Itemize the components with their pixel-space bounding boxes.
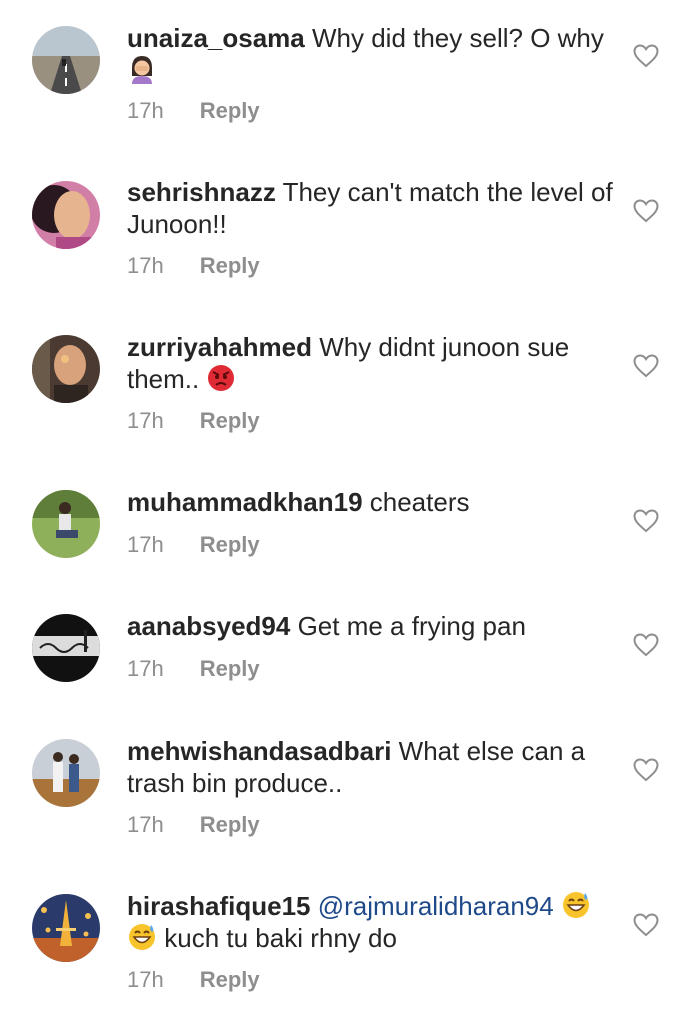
user-avatar[interactable] <box>32 26 100 94</box>
user-avatar[interactable] <box>32 335 100 403</box>
comment-time: 17h <box>127 812 164 837</box>
username[interactable]: aanabsyed94 <box>127 611 290 641</box>
comment-time: 17h <box>127 656 164 681</box>
comment-body: Get me a frying pan <box>297 611 526 641</box>
username[interactable]: mehwishandasadbari <box>127 736 391 766</box>
comment-text: aanabsyed94 Get me a frying pan <box>127 610 617 642</box>
reply-button[interactable]: Reply <box>200 98 260 123</box>
user-avatar[interactable] <box>32 181 100 249</box>
reply-button[interactable]: Reply <box>200 532 260 557</box>
comment-meta: 17h Reply <box>127 98 260 124</box>
comment-text: mehwishandasadbari What else can a trash… <box>127 735 617 799</box>
grinning-sweat-emoji <box>127 922 157 952</box>
username[interactable]: sehrishnazz <box>127 177 276 207</box>
comment-text: unaiza_osama Why did they sell? O why <box>127 22 617 86</box>
angry-face-emoji <box>206 363 236 393</box>
comment-meta: 17h Reply <box>127 656 260 682</box>
heart-outline-icon[interactable] <box>633 758 659 782</box>
comment-body: kuch tu baki rhny do <box>164 923 397 953</box>
comment-body: Why did they sell? O why <box>311 23 604 53</box>
reply-button[interactable]: Reply <box>200 408 260 433</box>
heart-outline-icon[interactable] <box>633 199 659 223</box>
comment-meta: 17h Reply <box>127 253 260 279</box>
comment-meta: 17h Reply <box>127 408 260 434</box>
comment-meta: 17h Reply <box>127 812 260 838</box>
comment-text: zurriyahahmed Why didnt junoon sue them.… <box>127 331 617 395</box>
woman-facepalming-emoji <box>127 54 157 84</box>
user-avatar[interactable] <box>32 739 100 807</box>
reply-button[interactable]: Reply <box>200 253 260 278</box>
heart-outline-icon[interactable] <box>633 913 659 937</box>
user-avatar[interactable] <box>32 614 100 682</box>
comment-meta: 17h Reply <box>127 532 260 558</box>
username[interactable]: zurriyahahmed <box>127 332 312 362</box>
comment-time: 17h <box>127 408 164 433</box>
comment-time: 17h <box>127 532 164 557</box>
comment-time: 17h <box>127 253 164 278</box>
reply-button[interactable]: Reply <box>200 656 260 681</box>
comment-time: 17h <box>127 98 164 123</box>
heart-outline-icon[interactable] <box>633 633 659 657</box>
heart-outline-icon[interactable] <box>633 509 659 533</box>
reply-button[interactable]: Reply <box>200 812 260 837</box>
comment-body: cheaters <box>369 487 470 517</box>
user-avatar[interactable] <box>32 894 100 962</box>
comment-text: sehrishnazz They can't match the level o… <box>127 176 617 240</box>
user-avatar[interactable] <box>32 490 100 558</box>
reply-button[interactable]: Reply <box>200 967 260 992</box>
comment-text: muhammadkhan19 cheaters <box>127 486 617 518</box>
heart-outline-icon[interactable] <box>633 44 659 68</box>
heart-outline-icon[interactable] <box>633 354 659 378</box>
comment-meta: 17h Reply <box>127 967 260 993</box>
mention-link[interactable]: @rajmuralidharan94 <box>318 891 554 921</box>
grinning-sweat-emoji <box>561 890 591 920</box>
comment-time: 17h <box>127 967 164 992</box>
comment-text: hirashafique15 @rajmuralidharan94 kuch t… <box>127 890 617 954</box>
username[interactable]: muhammadkhan19 <box>127 487 363 517</box>
username[interactable]: unaiza_osama <box>127 23 305 53</box>
username[interactable]: hirashafique15 <box>127 891 311 921</box>
